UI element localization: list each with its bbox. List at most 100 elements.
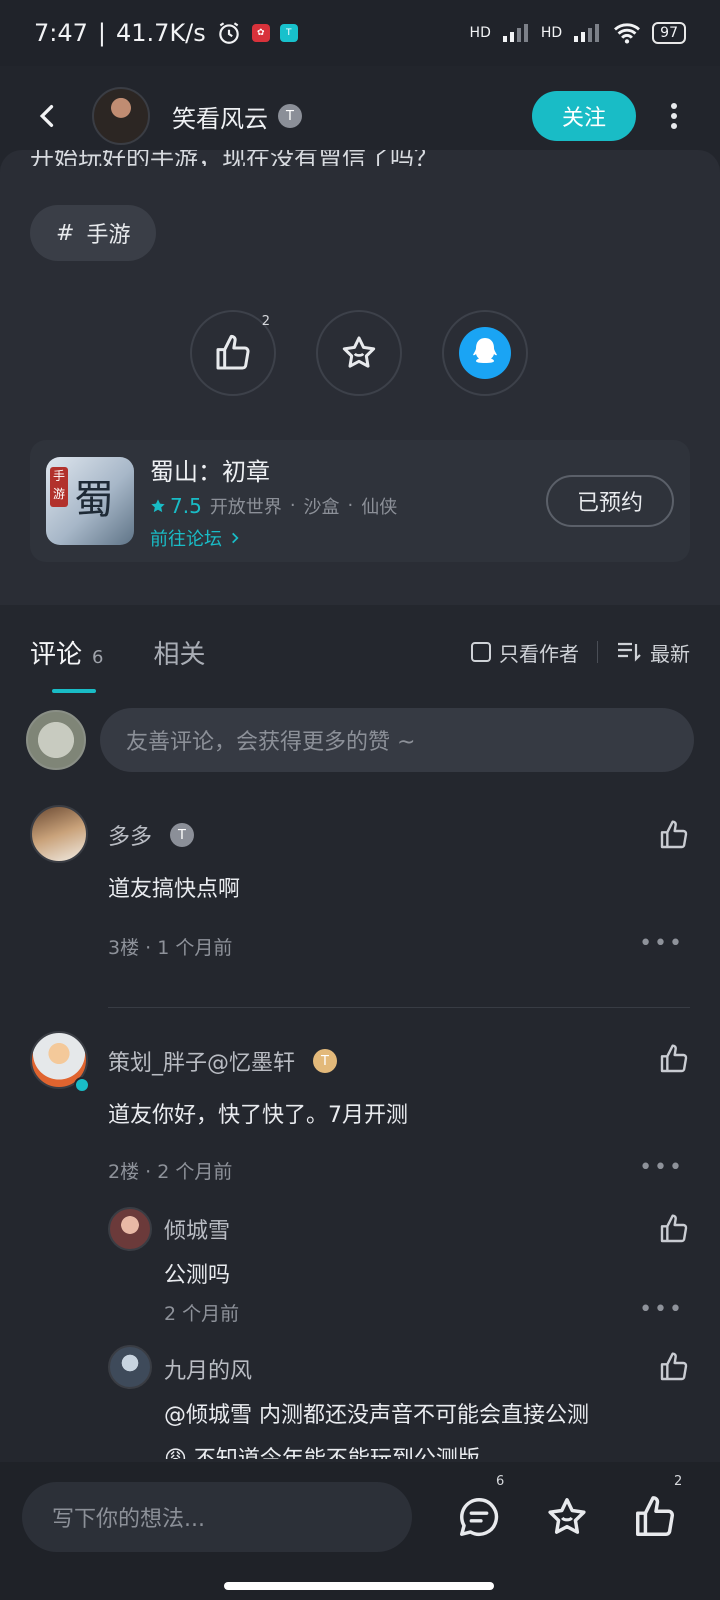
comment-item: 策划_胖子@忆墨轩 T 道友你好，快了快了。7月开测 2楼 · 2 个月前 ••… (30, 1007, 690, 1487)
comment-tabs: 评论 6 相关 只看作者 最新 (0, 605, 720, 699)
reply-like-icon[interactable] (658, 1213, 690, 1245)
reply-like-icon[interactable] (658, 1351, 690, 1383)
like-post-button[interactable]: 2 (190, 310, 276, 396)
reply-more-button[interactable]: ••• (639, 1297, 684, 1322)
bottom-like-icon[interactable] (632, 1494, 678, 1540)
favorite-star-icon[interactable] (544, 1494, 590, 1540)
reserved-button[interactable]: 已预约 (546, 475, 674, 527)
post-body-cutoff: 开始玩好的手游，现在没有曾信了吗？ (30, 150, 438, 166)
comment-like-icon[interactable] (658, 819, 690, 851)
topic-tag[interactable]: # 手游 (30, 205, 157, 261)
author-only-filter[interactable]: 只看作者 (471, 638, 579, 667)
author-only-checkbox[interactable] (471, 642, 491, 662)
game-tag-3: 仙侠 (361, 496, 398, 518)
sort-button[interactable]: 最新 (616, 638, 690, 667)
game-icon-tag: 手游 (50, 467, 68, 507)
game-cover-image: 手游 蜀 (46, 457, 134, 545)
commenter-name-row: 多多 T (108, 819, 195, 851)
favorite-post-button[interactable] (316, 310, 402, 396)
forum-link-label: 前往论坛 (150, 528, 222, 550)
reply-name[interactable]: 九月的风 (164, 1353, 252, 1385)
tab-related[interactable]: 相关 (153, 634, 205, 671)
bottom-like-count: 2 (674, 1474, 683, 1489)
reply-text: @倾城雪 内测都还没声音不可能会直接公测 (164, 1403, 589, 1428)
game-score-value: 7.5 (170, 493, 202, 518)
hash-icon: # (56, 220, 75, 246)
status-separator: | (97, 19, 106, 47)
author-only-label: 只看作者 (499, 641, 579, 666)
level-badge-icon: T (313, 1049, 338, 1073)
chevron-left-icon (39, 105, 54, 127)
level-badge-icon: T (170, 823, 195, 847)
comment-item: 多多 T 道友搞快点啊 3楼 · 1 个月前 ••• (30, 805, 690, 985)
reply-text-continued: 😩 不知道今年能不能玩到公测版 (164, 1441, 480, 1459)
comment-input[interactable]: 友善评论，会获得更多的赞 ~ (100, 708, 694, 772)
commenter-name[interactable]: 多多 (108, 819, 152, 851)
qq-icon (459, 327, 511, 379)
write-comment-input[interactable]: 写下你的想法... (22, 1482, 412, 1552)
reply-name[interactable]: 倾城雪 (164, 1213, 230, 1245)
chevron-right-icon (232, 532, 239, 543)
tab-comments[interactable]: 评论 6 (30, 634, 104, 693)
comment-more-button[interactable]: ••• (639, 1155, 684, 1180)
game-info: 蜀山：初章 7.5 开放世界 · 沙盒 · 仙侠 前往论坛 (150, 452, 397, 551)
game-title: 蜀山：初章 (150, 457, 270, 486)
author-avatar[interactable] (92, 87, 150, 145)
follow-button[interactable]: 关注 (532, 91, 636, 141)
comment-composer: 友善评论，会获得更多的赞 ~ (26, 705, 694, 775)
filter-divider (597, 641, 598, 663)
status-time: 7:47 (34, 19, 88, 47)
reply-avatar[interactable] (108, 1345, 152, 1389)
game-score: 7.5 (150, 494, 202, 518)
tag-separator: · (347, 495, 354, 516)
tab-comments-count: 6 (92, 646, 104, 668)
tag-separator: · (289, 495, 296, 516)
post-card: 开始玩好的手游，现在没有曾信了吗？ # 手游 2 手游 蜀 蜀山：初章 7.5 … (0, 150, 720, 605)
comment-like-icon[interactable] (658, 1043, 690, 1075)
topic-tag-label: 手游 (86, 223, 131, 248)
commenter-name-row: 策划_胖子@忆墨轩 T (108, 1045, 338, 1077)
wifi-icon (614, 23, 641, 44)
game-tag-2: 沙盒 (303, 496, 340, 518)
commenter-name[interactable]: 策划_胖子@忆墨轩 (108, 1045, 295, 1077)
verified-icon (74, 1077, 90, 1093)
status-speed: 41.7K/s (116, 19, 206, 47)
comment-text: 道友搞快点啊 (108, 877, 241, 902)
share-qq-button[interactable] (442, 310, 528, 396)
level-badge-icon: T (278, 104, 302, 128)
forum-link[interactable]: 前往论坛 (150, 525, 397, 551)
signal-hd-label-2: HD (540, 25, 563, 41)
author-name[interactable]: 笑看风云 (172, 99, 268, 134)
comment-bubble-icon[interactable] (456, 1494, 502, 1540)
comment-text: 道友你好，快了快了。7月开测 (108, 1103, 408, 1128)
home-indicator[interactable] (224, 1582, 494, 1590)
reply-text: 公测吗 (164, 1263, 231, 1288)
commenter-avatar[interactable] (30, 805, 88, 863)
game-meta: 7.5 开放世界 · 沙盒 · 仙侠 (150, 493, 397, 519)
comments-section: 评论 6 相关 只看作者 最新 友善评论，会获得更多的赞 ~ 多多 T 道友搞快点… (0, 605, 720, 1485)
sort-label: 最新 (650, 641, 690, 666)
star-icon (342, 336, 376, 368)
active-tab-indicator (52, 688, 96, 693)
reply-avatar[interactable] (108, 1207, 152, 1251)
more-options-button[interactable] (654, 96, 694, 136)
comment-more-button[interactable]: ••• (639, 931, 684, 956)
alarm-icon (219, 22, 239, 44)
battery-indicator: 97 (652, 22, 686, 44)
reply-meta: 2 个月前 (164, 1303, 240, 1325)
thumbs-up-icon (216, 334, 250, 370)
sort-icon (618, 642, 641, 662)
game-card[interactable]: 手游 蜀 蜀山：初章 7.5 开放世界 · 沙盒 · 仙侠 前往论坛 已预约 (30, 440, 690, 562)
bottom-action-bar: 写下你的想法... 6 2 (0, 1462, 720, 1600)
comment-meta: 3楼 · 1 个月前 (108, 937, 233, 959)
app-notification-icon: ✿ (251, 24, 270, 42)
signal-icon (502, 24, 528, 42)
taptap-notification-icon: T (279, 24, 298, 42)
my-avatar (26, 710, 86, 770)
signal-hd-label: HD (469, 25, 491, 41)
bottom-comment-count: 6 (496, 1474, 505, 1489)
signal-icon-2 (574, 24, 600, 42)
game-icon-glyph: 蜀 (74, 477, 114, 523)
back-button[interactable] (26, 94, 70, 138)
like-count: 2 (261, 314, 270, 329)
